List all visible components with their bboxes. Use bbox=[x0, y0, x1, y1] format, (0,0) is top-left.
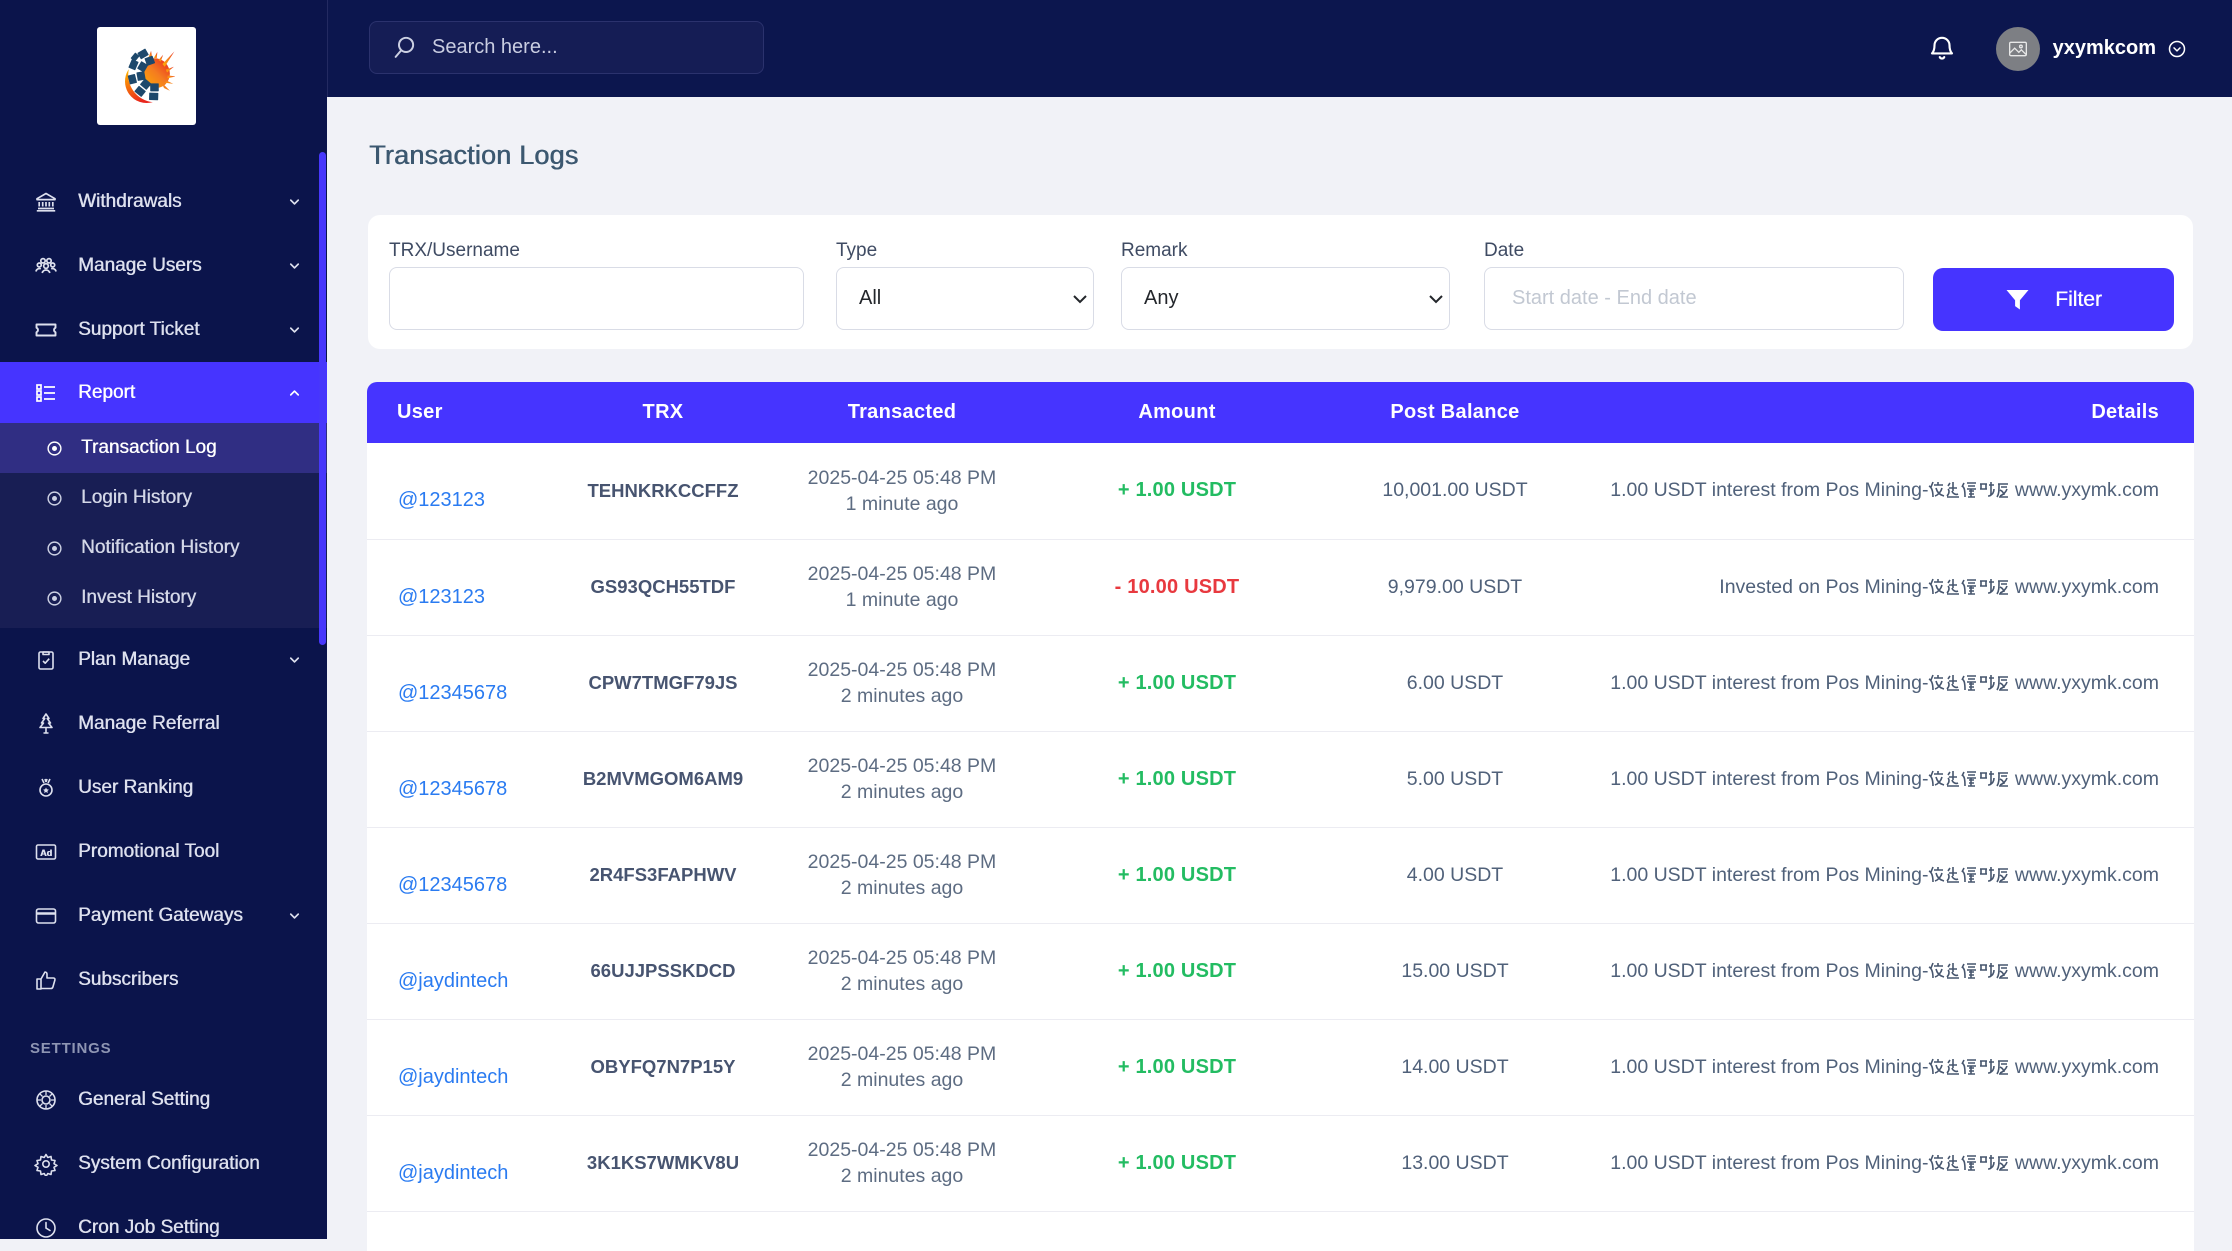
svg-text:Ad: Ad bbox=[40, 848, 52, 858]
